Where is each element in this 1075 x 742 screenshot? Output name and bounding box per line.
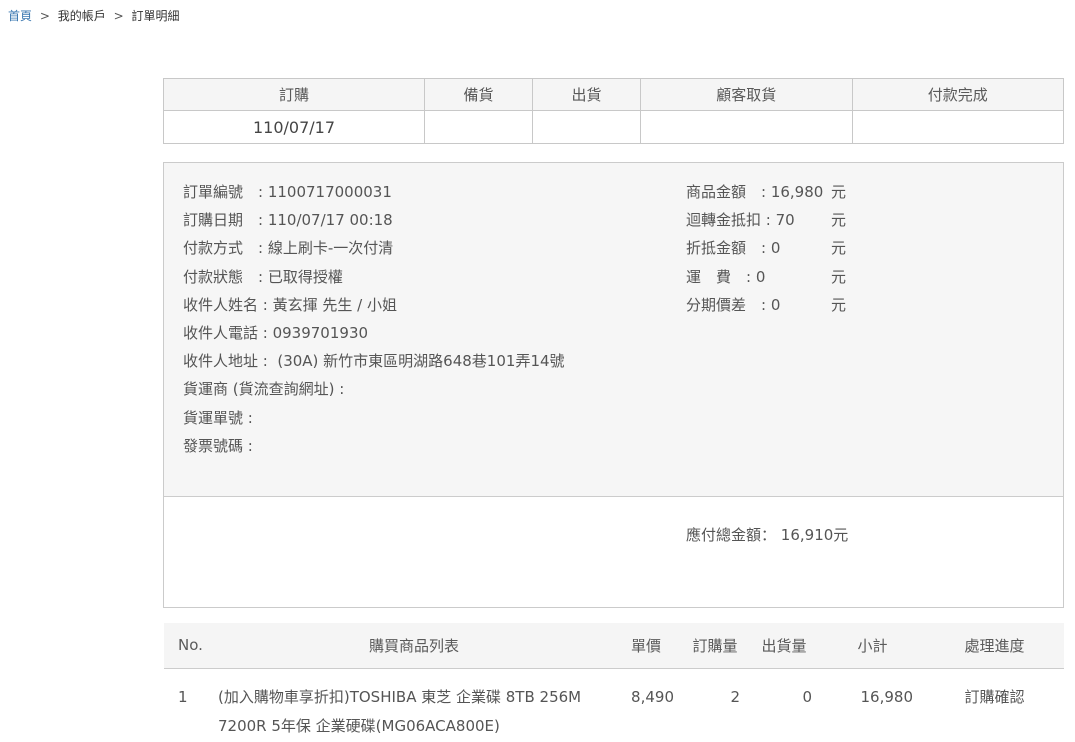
- total-payable-line: 應付總金額： 16,910元: [686, 524, 848, 545]
- goods-amount-line: 商品金額 : 16,980 元: [686, 178, 846, 206]
- progress-header-row: 訂購 備貨 出貨 顧客取貨 付款完成: [164, 79, 1064, 111]
- currency-unit: 元: [831, 263, 846, 291]
- order-progress-table: 訂購 備貨 出貨 顧客取貨 付款完成 110/07/17: [163, 78, 1064, 144]
- invoice-number-line: 發票號碼 :: [183, 432, 565, 460]
- purchased-items-table: No. 購買商品列表 單價 訂購量 出貨量 小計 處理進度 1 (加入購物車享折…: [164, 623, 1064, 741]
- installment-diff-text: 分期價差 : 0: [686, 291, 780, 319]
- breadcrumb-separator: >: [114, 9, 124, 23]
- currency-unit: 元: [831, 234, 846, 262]
- breadcrumb-current-page: 訂單明細: [131, 9, 179, 23]
- carrier-line: 貨運商 (貨流查詢網址) :: [183, 375, 565, 403]
- item-product-name: (加入購物車享折扣)TOSHIBA 東芝 企業碟 8TB 256M 7200R …: [218, 668, 610, 741]
- total-payable-label: 應付總金額：: [686, 526, 776, 544]
- amount-summary-column: 商品金額 : 16,980 元 迴轉金抵扣 : 70 元 折抵金額 : 0 元 …: [686, 178, 846, 319]
- progress-preparing-date: [425, 111, 533, 144]
- shipping-fee-line: 運 費 : 0 元: [686, 263, 846, 291]
- breadcrumb: 首頁 > 我的帳戶 > 訂單明細: [8, 7, 179, 24]
- item-order-qty: 2: [682, 668, 748, 741]
- progress-paid-date: [852, 111, 1064, 144]
- order-details-section: 訂單編號 : 1100717000031 訂購日期 : 110/07/17 00…: [164, 163, 1063, 497]
- order-number-line: 訂單編號 : 1100717000031: [183, 178, 565, 206]
- breadcrumb-separator: >: [40, 9, 50, 23]
- recipient-address-line: 收件人地址 : (30A) 新竹市東區明湖路648巷101弄14號: [183, 347, 565, 375]
- progress-col-ordered: 訂購: [164, 79, 425, 111]
- items-col-ship-qty: 出貨量: [748, 623, 820, 668]
- progress-col-pickup: 顧客取貨: [641, 79, 853, 111]
- payment-status-line: 付款狀態 : 已取得授權: [183, 263, 565, 291]
- recipient-name-line: 收件人姓名 : 黃玄揮 先生 / 小姐: [183, 291, 565, 319]
- progress-ordered-date: 110/07/17: [164, 111, 425, 144]
- items-col-unit-price: 單價: [610, 623, 682, 668]
- progress-col-paid: 付款完成: [852, 79, 1064, 111]
- progress-shipped-date: [533, 111, 641, 144]
- items-col-subtotal: 小計: [820, 623, 925, 668]
- currency-unit: 元: [831, 291, 846, 319]
- items-col-order-qty: 訂購量: [682, 623, 748, 668]
- order-details-box: 訂單編號 : 1100717000031 訂購日期 : 110/07/17 00…: [163, 162, 1064, 608]
- installment-diff-line: 分期價差 : 0 元: [686, 291, 846, 319]
- items-header-row: No. 購買商品列表 單價 訂購量 出貨量 小計 處理進度: [164, 623, 1064, 668]
- currency-unit: 元: [831, 206, 846, 234]
- item-unit-price: 8,490: [610, 668, 682, 741]
- rebate-deduction-line: 迴轉金抵扣 : 70 元: [686, 206, 846, 234]
- rebate-deduction-text: 迴轉金抵扣 : 70: [686, 206, 795, 234]
- payment-method-line: 付款方式 : 線上刷卡-一次付清: [183, 234, 565, 262]
- total-payable-value: 16,910元: [781, 526, 849, 544]
- breadcrumb-my-account: 我的帳戶: [58, 9, 106, 23]
- order-info-column: 訂單編號 : 1100717000031 訂購日期 : 110/07/17 00…: [183, 178, 565, 460]
- goods-amount-text: 商品金額 : 16,980: [686, 178, 823, 206]
- total-payable-section: 應付總金額： 16,910元: [164, 497, 1063, 607]
- items-col-status: 處理進度: [925, 623, 1064, 668]
- currency-unit: 元: [831, 178, 846, 206]
- progress-value-row: 110/07/17: [164, 111, 1064, 144]
- item-no: 1: [164, 668, 218, 741]
- item-status: 訂購確認: [925, 668, 1064, 741]
- recipient-phone-line: 收件人電話 : 0939701930: [183, 319, 565, 347]
- item-subtotal: 16,980: [820, 668, 925, 741]
- shipping-fee-text: 運 費 : 0: [686, 263, 765, 291]
- progress-pickup-date: [641, 111, 853, 144]
- items-col-no: No.: [164, 623, 218, 668]
- progress-col-shipped: 出貨: [533, 79, 641, 111]
- items-col-product-list: 購買商品列表: [218, 623, 610, 668]
- table-row: 1 (加入購物車享折扣)TOSHIBA 東芝 企業碟 8TB 256M 7200…: [164, 668, 1064, 741]
- discount-amount-text: 折抵金額 : 0: [686, 234, 780, 262]
- order-date-line: 訂購日期 : 110/07/17 00:18: [183, 206, 565, 234]
- discount-amount-line: 折抵金額 : 0 元: [686, 234, 846, 262]
- item-ship-qty: 0: [748, 668, 820, 741]
- progress-col-preparing: 備貨: [425, 79, 533, 111]
- tracking-number-line: 貨運單號 :: [183, 404, 565, 432]
- breadcrumb-home-link[interactable]: 首頁: [8, 9, 32, 23]
